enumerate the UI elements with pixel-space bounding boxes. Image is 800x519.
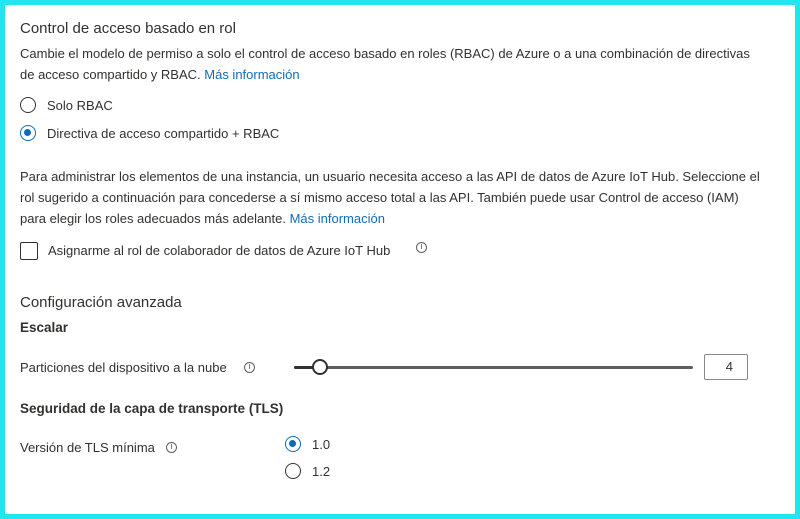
admin-info-text: Para administrar los elementos de una in…: [20, 169, 760, 226]
assign-role-checkbox[interactable]: [20, 242, 38, 260]
partitions-value-input[interactable]: 4: [704, 354, 748, 380]
partitions-slider-thumb[interactable]: [311, 359, 328, 375]
radio-shared-policy-rbac-label: Directiva de acceso compartido + RBAC: [47, 126, 280, 141]
radio-tls-1-0-label: 1.0: [312, 437, 331, 452]
radio-solo-rbac[interactable]: [20, 97, 36, 113]
radio-solo-rbac-label: Solo RBAC: [47, 98, 113, 113]
rbac-description-text: Cambie el modelo de permiso a solo el co…: [20, 46, 750, 82]
tls-heading: Seguridad de la capa de transporte (TLS): [20, 401, 284, 416]
assign-role-label: Asignarme al rol de colaborador de datos…: [48, 243, 391, 258]
tls-version-label: Versión de TLS mínima: [20, 440, 155, 455]
radio-shared-policy-rbac[interactable]: [20, 125, 36, 141]
admin-learn-more-link[interactable]: Más información: [290, 211, 385, 226]
rbac-section-title: Control de acceso basado en rol: [20, 20, 236, 37]
radio-tls-1-2[interactable]: [285, 463, 301, 479]
scale-heading: Escalar: [20, 320, 69, 335]
partitions-slider-track[interactable]: [294, 366, 693, 369]
rbac-description: Cambie el modelo de permiso a solo el co…: [20, 43, 760, 85]
info-icon[interactable]: [166, 442, 177, 453]
radio-tls-1-0[interactable]: [285, 436, 301, 452]
info-icon[interactable]: [416, 242, 427, 253]
rbac-learn-more-link[interactable]: Más información: [204, 67, 299, 82]
advanced-config-title: Configuración avanzada: [20, 294, 182, 311]
partitions-label: Particiones del dispositivo a la nube: [20, 360, 227, 375]
info-icon[interactable]: [244, 362, 255, 373]
admin-info: Para administrar los elementos de una in…: [20, 166, 765, 229]
radio-tls-1-2-label: 1.2: [312, 464, 331, 479]
